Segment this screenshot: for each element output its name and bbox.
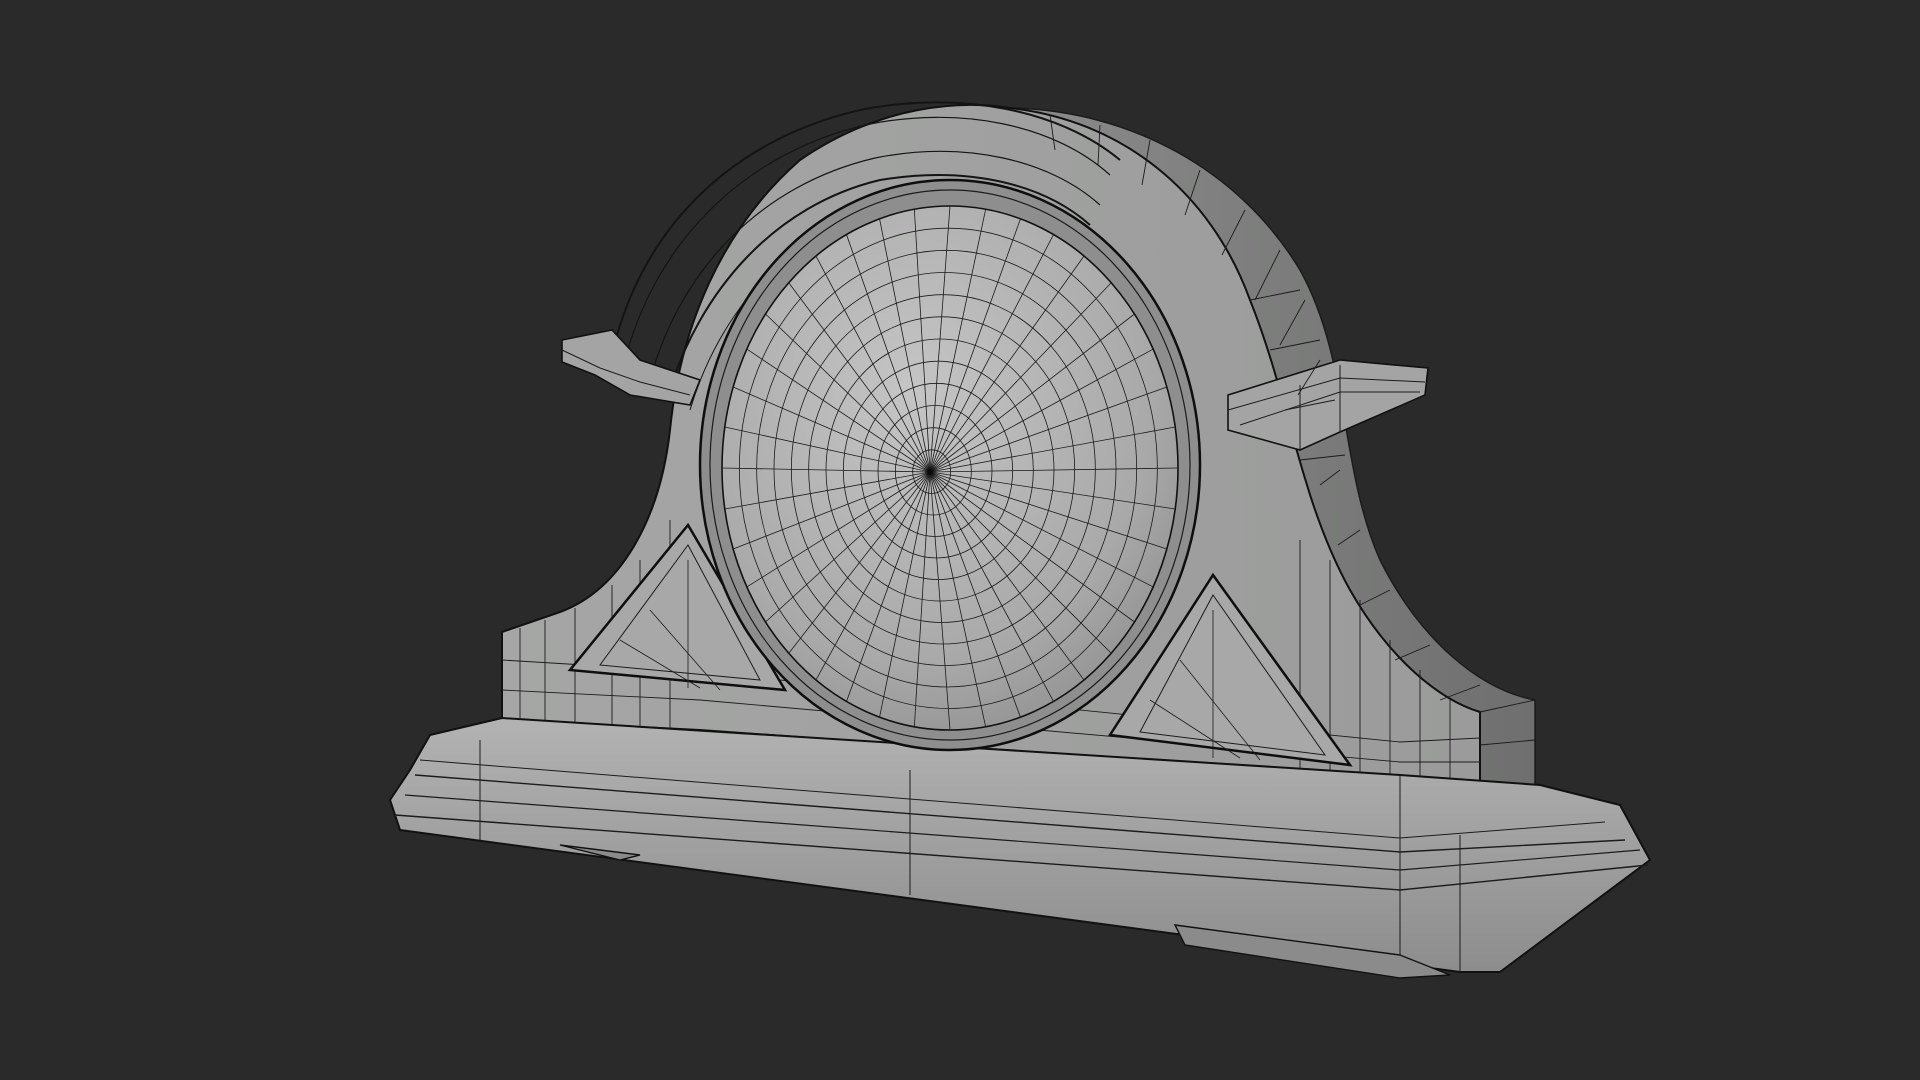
- 3d-viewport[interactable]: [0, 0, 1920, 1080]
- face-center-pole: [927, 469, 933, 475]
- viewport-canvas: [388, 101, 1652, 979]
